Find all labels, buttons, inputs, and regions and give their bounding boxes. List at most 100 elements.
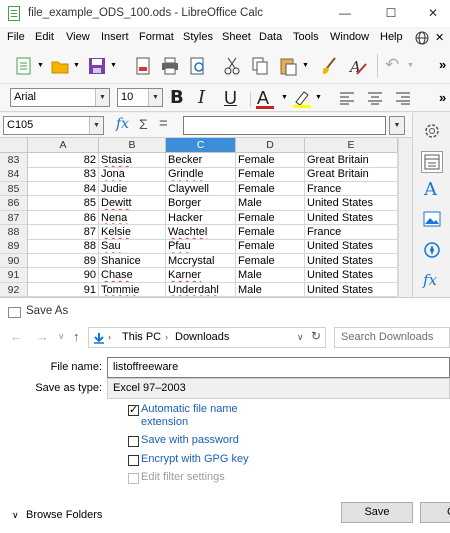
formula-equals-icon[interactable]: = [159,115,168,132]
cut-icon[interactable] [222,56,242,76]
close-document-icon[interactable]: ✕ [435,31,444,44]
forward-arrow-icon[interactable]: → [36,329,49,344]
column-header-b[interactable]: B [99,138,166,153]
cell-last-name[interactable]: Underdahl [166,282,236,297]
cell-first-name[interactable]: Dewitt [99,196,166,211]
align-left-icon[interactable] [339,91,355,105]
cell-first-name[interactable]: Kelsie [99,225,166,240]
cell-first-name[interactable]: Stasia [99,153,166,168]
toolbar-overflow-icon[interactable]: » [439,90,446,105]
menu-file[interactable]: File [7,31,25,43]
save-with-password-checkbox[interactable] [128,436,139,447]
highlight-color-icon[interactable] [291,88,313,109]
gallery-icon[interactable] [423,211,441,227]
cell-gender[interactable]: Female [236,181,305,197]
align-center-icon[interactable] [367,91,383,105]
menu-window[interactable]: Window [330,31,369,43]
cell-id[interactable]: 91 [28,282,99,297]
auto-extension-label-line2[interactable]: extension [141,416,188,429]
menu-edit[interactable]: Edit [35,31,54,43]
cell-country[interactable]: France [305,181,398,197]
column-header-e[interactable]: E [305,138,398,153]
recent-locations-icon[interactable]: ∨ [58,331,65,342]
cell-country[interactable]: United States [305,253,398,269]
cell-first-name[interactable]: Nena [99,210,166,226]
cell-first-name[interactable]: Judie [99,181,166,197]
cell-id[interactable]: 89 [28,253,99,269]
menu-sheet[interactable]: Sheet [222,31,251,43]
vertical-scrollbar[interactable] [398,138,412,297]
cell-gender[interactable]: Female [236,153,305,168]
sum-icon[interactable]: Σ [139,116,148,132]
cell-country[interactable]: United States [305,196,398,211]
column-header-d[interactable]: D [236,138,305,153]
open-folder-icon[interactable] [50,56,70,76]
cell-country[interactable]: United States [305,210,398,226]
cell-id[interactable]: 85 [28,196,99,211]
cell-gender[interactable]: Female [236,225,305,240]
paste-dropdown-icon[interactable]: ▼ [302,62,309,69]
cell-id[interactable]: 87 [28,225,99,240]
maximize-button[interactable]: ☐ [376,4,406,22]
cell-gender[interactable]: Female [236,210,305,226]
search-input[interactable]: Search Downloads [334,327,450,348]
minimize-button[interactable]: — [330,4,360,22]
cell-last-name[interactable]: Mccrystal [166,253,236,269]
cancel-button[interactable]: C [420,502,450,523]
save-icon[interactable] [87,56,107,76]
cell-country[interactable]: United States [305,239,398,254]
cell-first-name[interactable]: Jona [99,167,166,182]
cell-country[interactable]: Great Britain [305,153,398,168]
save-button[interactable]: Save [341,502,413,523]
print-icon[interactable] [160,56,180,76]
menu-help[interactable]: Help [380,31,403,43]
function-wizard-icon[interactable]: fx [116,116,129,132]
encrypt-gpg-label[interactable]: Encrypt with GPG key [141,453,249,466]
save-as-type-select[interactable]: Excel 97–2003 [107,378,450,399]
cell-last-name[interactable]: Wachtel [166,225,236,240]
row-header[interactable]: 90 [0,253,28,269]
auto-extension-label-line1[interactable]: Automatic file name [141,403,238,416]
new-dropdown-icon[interactable]: ▼ [37,62,44,69]
cell-country[interactable]: France [305,225,398,240]
styles-icon[interactable]: A [424,179,437,200]
cell-country[interactable]: Great Britain [305,167,398,182]
up-arrow-icon[interactable]: ↑ [73,329,80,344]
row-header[interactable]: 88 [0,225,28,240]
row-header[interactable]: 91 [0,268,28,283]
name-box[interactable]: C105 ▼ [3,116,104,135]
menu-view[interactable]: View [66,31,90,43]
cell-last-name[interactable]: Karner [166,268,236,283]
cell-gender[interactable]: Female [236,239,305,254]
clone-formatting-icon[interactable] [320,56,340,76]
menu-tools[interactable]: Tools [293,31,319,43]
copy-icon[interactable] [250,56,270,76]
underline-icon[interactable]: U [224,88,237,108]
row-header[interactable]: 86 [0,196,28,211]
save-dropdown-icon[interactable]: ▼ [110,62,117,69]
cell-id[interactable]: 86 [28,210,99,226]
cell-id[interactable]: 88 [28,239,99,254]
save-with-password-label[interactable]: Save with password [141,434,239,447]
cell-id[interactable]: 84 [28,181,99,197]
font-color-dropdown-icon[interactable]: ▼ [281,94,288,101]
italic-icon[interactable]: I [198,88,205,108]
font-size-box[interactable]: 10 ▼ [117,88,163,107]
cell-gender[interactable]: Female [236,167,305,182]
browse-folders-chevron-icon[interactable]: ∨ [12,510,19,521]
cell-last-name[interactable]: Hacker [166,210,236,226]
auto-extension-checkbox[interactable] [128,403,139,416]
row-header[interactable]: 87 [0,210,28,226]
font-color-icon[interactable]: A [257,88,269,108]
cell-gender[interactable]: Male [236,282,305,297]
toolbar-overflow-icon[interactable]: » [439,57,446,72]
breadcrumb-downloads[interactable]: Downloads [175,328,229,347]
cell-last-name[interactable]: Grindle [166,167,236,182]
cell-gender[interactable]: Female [236,253,305,269]
undo-icon[interactable]: ↶ [385,55,399,75]
align-right-icon[interactable] [395,91,411,105]
globe-icon[interactable] [415,31,429,45]
refresh-icon[interactable]: ↻ [311,327,321,346]
cell-last-name[interactable]: Pfau [166,239,236,254]
back-arrow-icon[interactable]: ← [10,329,23,344]
